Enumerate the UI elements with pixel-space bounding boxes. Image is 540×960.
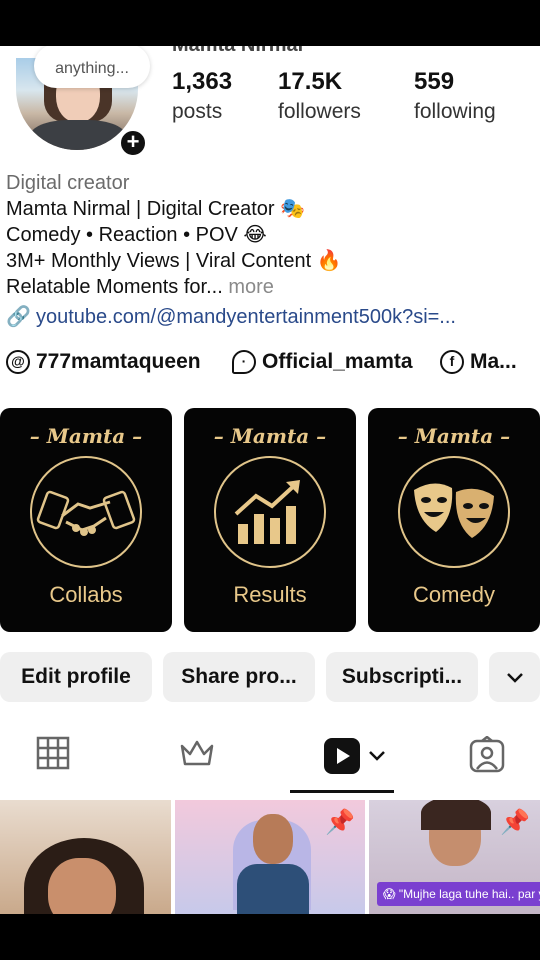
- note-bubble[interactable]: anything...: [34, 46, 150, 88]
- profile-name: Mamta Nirmal: [172, 46, 303, 57]
- video-caption: 😱 "Mujhe laga tuhe hai.. par ye sach nik…: [377, 882, 540, 906]
- highlight-label: Comedy: [413, 582, 495, 607]
- post-thumbnail[interactable]: 📌 😱 "Mujhe laga tuhe hai.. par ye sach n…: [369, 800, 540, 914]
- highlight-label: Results: [233, 582, 307, 607]
- profile-screen: Mamta Nirmal anything... + 1,363 posts 1…: [0, 46, 540, 914]
- stat-followers-value: 17.5K: [278, 68, 343, 95]
- avatar-shirt: [30, 120, 126, 150]
- social-facebook-label: Ma...: [470, 350, 517, 373]
- highlight-title: – Mamta –: [397, 424, 511, 448]
- tagged-icon[interactable]: [468, 735, 508, 776]
- social-threads-label: 777mamtaqueen: [36, 350, 201, 373]
- bio-truncated-text: Relatable Moments for...: [6, 276, 223, 298]
- highlight-results[interactable]: – Mamta – Results: [184, 408, 356, 632]
- post-thumbnail[interactable]: [0, 800, 171, 914]
- bio-line: Comedy • Reaction • POV 😂: [6, 224, 267, 246]
- avatar-container[interactable]: anything... +: [16, 46, 150, 158]
- stat-followers[interactable]: 17.5K followers: [278, 68, 361, 124]
- stat-posts-value: 1,363: [172, 68, 233, 95]
- bio-more-link[interactable]: more: [223, 276, 274, 298]
- subscriptions-button[interactable]: Subscripti...: [326, 652, 478, 702]
- bio-link[interactable]: 🔗 youtube.com/@mandyentertainment500k?si=…: [6, 304, 456, 329]
- social-chat[interactable]: · Official_mamta: [232, 350, 413, 374]
- chat-icon: ·: [232, 350, 256, 374]
- link-icon: 🔗: [6, 306, 31, 328]
- grid-icon[interactable]: [36, 736, 76, 776]
- growth-chart-icon: [214, 456, 326, 568]
- stat-following[interactable]: 559 following: [414, 68, 496, 124]
- person-face: [48, 858, 116, 914]
- social-chat-label: Official_mamta: [262, 350, 413, 373]
- social-threads[interactable]: @ 777mamtaqueen: [6, 350, 201, 374]
- handshake-icon: [30, 456, 142, 568]
- stat-following-value: 559: [414, 68, 455, 95]
- person-shirt: [237, 864, 309, 914]
- bio-line: 3M+ Monthly Views | Viral Content 🔥: [6, 250, 342, 272]
- facebook-icon: f: [440, 350, 464, 374]
- bio-category: Digital creator: [6, 172, 130, 194]
- more-options-button[interactable]: [489, 652, 540, 702]
- edit-profile-button[interactable]: Edit profile: [0, 652, 152, 702]
- social-facebook[interactable]: f Ma...: [440, 350, 517, 374]
- stat-followers-label: followers: [278, 100, 361, 123]
- navigation-bar-mask: [0, 914, 540, 960]
- threads-icon: @: [6, 350, 30, 374]
- profile-tabs: [0, 722, 540, 796]
- stat-posts[interactable]: 1,363 posts: [172, 68, 232, 124]
- bio-last-line: Relatable Moments for... more: [6, 274, 536, 300]
- stat-following-label: following: [414, 100, 496, 123]
- highlight-title: – Mamta –: [213, 424, 327, 448]
- reels-tab[interactable]: [322, 736, 392, 776]
- person-face: [253, 814, 293, 864]
- pin-icon: 📌: [500, 809, 530, 836]
- highlight-comedy[interactable]: – Mamta – Comedy: [368, 408, 540, 632]
- share-profile-button[interactable]: Share pro...: [163, 652, 315, 702]
- pin-icon: 📌: [325, 809, 355, 836]
- status-bar-mask: [0, 0, 540, 46]
- highlight-title: – Mamta –: [29, 424, 143, 448]
- person-hair: [421, 800, 491, 830]
- highlight-label: Collabs: [49, 582, 123, 607]
- bio: Digital creator Mamta Nirmal | Digital C…: [6, 170, 536, 300]
- stat-posts-label: posts: [172, 100, 223, 123]
- add-story-plus-icon[interactable]: +: [118, 128, 148, 158]
- bio-link-text[interactable]: youtube.com/@mandyentertainment500k?si=.…: [36, 306, 456, 328]
- active-tab-indicator: [290, 790, 394, 793]
- post-thumbnail[interactable]: 📌: [175, 800, 365, 914]
- chevron-down-icon: [506, 652, 523, 702]
- bio-line: Mamta Nirmal | Digital Creator 🎭: [6, 198, 306, 220]
- crown-icon[interactable]: [178, 736, 218, 776]
- social-links-row: @ 777mamtaqueen · Official_mamta f Ma...: [6, 350, 540, 380]
- theater-masks-icon: [398, 456, 510, 568]
- highlight-collabs[interactable]: – Mamta – Collabs: [0, 408, 172, 632]
